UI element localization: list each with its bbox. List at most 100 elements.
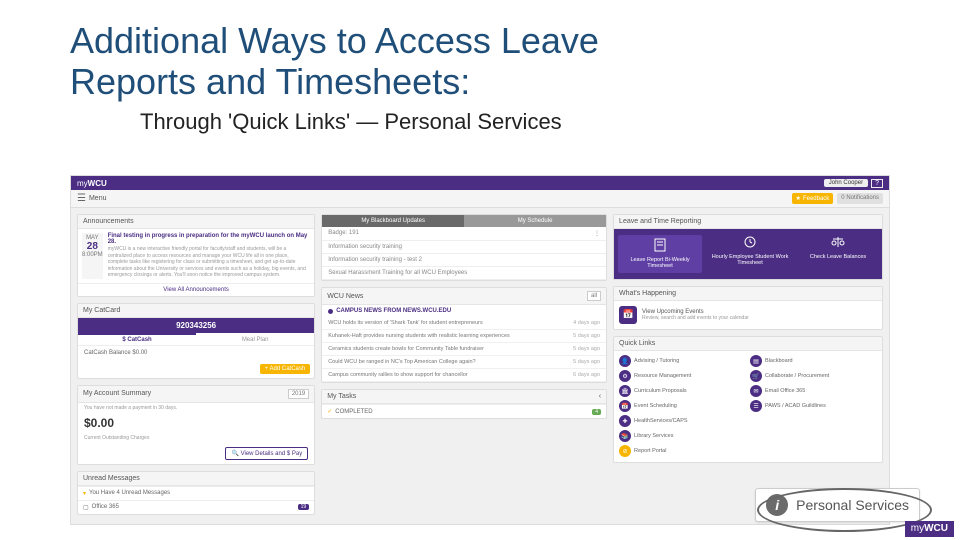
whats-happening-card: What's Happening 📅 View Upcoming Events … (613, 286, 883, 330)
ql-library[interactable]: 📚Library Services (617, 429, 748, 444)
personal-services-callout[interactable]: i Personal Services (755, 488, 920, 522)
calendar-icon: 📅 (619, 400, 631, 412)
tasks-card: My Tasks ‹ ✓COMPLETED4 (321, 389, 607, 419)
portal-screenshot: myWCU John Cooper ? ☰ Menu ★ Feedback 0 … (70, 175, 890, 525)
menu-icon[interactable]: ☰ (77, 193, 86, 204)
news-row[interactable]: Ceramics students create bowls for Commu… (322, 343, 606, 356)
footer-brand: myWCU (905, 521, 954, 537)
document-icon (652, 238, 668, 252)
ql-collaborate[interactable]: 🛒Collaborate / Procurement (748, 369, 879, 384)
ql-curriculum[interactable]: 🏛Curriculum Proposals (617, 384, 748, 399)
tasks-header: My Tasks ‹ (322, 390, 606, 404)
badge-label: Badge: 191 (328, 230, 359, 237)
bullet-icon (328, 309, 333, 314)
news-row[interactable]: Kuhanek-Haft provides nursing students w… (322, 330, 606, 343)
ql-report[interactable]: ⊘Report Portal (617, 444, 748, 459)
announcement-date: MAY 28 8:00PM (82, 233, 103, 279)
blackboard-card: My Blackboard Updates My Schedule Badge:… (321, 214, 607, 281)
ql-header: Quick Links (614, 337, 882, 351)
catcard-header: My CatCard (78, 304, 314, 318)
unread-row[interactable]: ▾You Have 4 Unread Messages (78, 486, 314, 500)
check-icon: ✓ (327, 408, 332, 415)
catcard-card: My CatCard 920343256 $ CatCash Meal Plan… (77, 303, 315, 379)
cart-icon: 🛒 (750, 370, 762, 382)
scales-icon (830, 235, 846, 249)
info-icon: i (766, 494, 788, 516)
ql-advising[interactable]: 👤Advising / Tutoring (617, 354, 748, 369)
account-balance: $0.00 (78, 413, 314, 433)
title-line1: Additional Ways to Access Leave (70, 20, 599, 61)
tile-leave-report[interactable]: Leave Report Bi-Weekly Timesheet (618, 235, 702, 273)
view-all-announcements[interactable]: View All Announcements (78, 283, 314, 296)
tab-catcash[interactable]: $ CatCash (78, 333, 196, 345)
announcements-header: Announcements (78, 215, 314, 229)
brand-logo: myWCU (77, 179, 107, 188)
news-row[interactable]: Could WCU be ranged in NC's Top American… (322, 356, 606, 369)
help-button[interactable]: ? (871, 179, 883, 188)
catcash-balance: CatCash Balance $0.00 (78, 345, 314, 360)
user-menu[interactable]: John Cooper (824, 179, 868, 187)
student-id: 920343256 (78, 318, 314, 333)
ql-email[interactable]: ✉Email Office 365 (748, 384, 879, 399)
list-icon: ☰ (750, 400, 762, 412)
announcements-card: Announcements MAY 28 8:00PM Final testin… (77, 214, 315, 297)
title-line2: Reports and Timesheets: (70, 61, 470, 102)
news-card: WCU News all CAMPUS NEWS FROM NEWS.WCU.E… (321, 287, 607, 383)
messages-header: Unread Messages (78, 472, 314, 486)
ql-events[interactable]: 📅Event Scheduling (617, 399, 748, 414)
ql-health[interactable]: ✚HealthServices/CAPS (617, 414, 748, 429)
leave-time-card: Leave and Time Reporting Leave Report Bi… (613, 214, 883, 280)
account-card: My Account Summary 2019 You have not mad… (77, 385, 315, 465)
tile-leave-balances[interactable]: Check Leave Balances (798, 235, 878, 273)
slide-subtitle: Through 'Quick Links' — Personal Service… (140, 109, 890, 135)
tab-bb-updates[interactable]: My Blackboard Updates (322, 215, 464, 227)
bb-row[interactable]: Sexual Harassment Training for all WCU E… (322, 267, 606, 280)
account-header: My Account Summary 2019 (78, 386, 314, 403)
topbar: myWCU John Cooper ? (71, 176, 889, 190)
tab-mealplan[interactable]: Meal Plan (196, 333, 314, 345)
view-pay-button[interactable]: 🔍 View Details and $ Pay (225, 447, 308, 460)
person-icon: 👤 (619, 355, 631, 367)
notifications-button[interactable]: 0 Notifications (837, 193, 883, 204)
dots-icon[interactable]: ⋮ (594, 230, 600, 237)
bb-row[interactable]: Information security training (322, 241, 606, 254)
book-icon: 📚 (619, 430, 631, 442)
news-row[interactable]: Campus community rallies to show support… (322, 369, 606, 382)
ltr-header: Leave and Time Reporting (614, 215, 882, 229)
tasks-pager[interactable]: ‹ (599, 393, 601, 400)
ql-spacer (748, 414, 879, 429)
ql-paws[interactable]: ☰PAWS / ACAD Guildlines (748, 399, 879, 414)
office-icon: ▢ (83, 504, 89, 511)
ql-blackboard[interactable]: ▤Blackboard (748, 354, 879, 369)
office365-row[interactable]: ▢Office 36519 (78, 500, 314, 514)
tile-hourly-timesheet[interactable]: Hourly Employee Student Work Timesheet (710, 235, 790, 273)
board-icon: ▤ (750, 355, 762, 367)
feedback-button[interactable]: ★ Feedback (792, 193, 834, 204)
health-icon: ✚ (619, 415, 631, 427)
calendar-icon: 📅 (619, 306, 637, 324)
announcement-body: myWCU is a new interactive friendly port… (108, 246, 311, 279)
building-icon: 🏛 (619, 385, 631, 397)
wh-header: What's Happening (614, 287, 882, 301)
account-note: You have not made a payment in 30 days. (78, 403, 314, 413)
subbar: ☰ Menu ★ Feedback 0 Notifications (71, 190, 889, 208)
quick-links-card: Quick Links 👤Advising / Tutoring ▤Blackb… (613, 336, 883, 463)
account-charges: Current Outstanding Charges (78, 433, 314, 443)
report-icon: ⊘ (619, 445, 631, 457)
sliders-icon: ⚙ (619, 370, 631, 382)
tab-my-schedule[interactable]: My Schedule (464, 215, 606, 227)
wh-sub: Review, search and add events to your ca… (642, 315, 749, 321)
task-row[interactable]: ✓COMPLETED4 (322, 404, 606, 418)
news-row[interactable]: WCU holds its version of 'Shark Tank' fo… (322, 317, 606, 330)
year-select[interactable]: 2019 (288, 389, 309, 399)
bb-row[interactable]: Information security training - test 2 (322, 254, 606, 267)
add-catcash-button[interactable]: + Add CatCash (260, 364, 311, 374)
chevron-down-icon: ▾ (83, 490, 86, 497)
news-header: WCU News all (322, 288, 606, 305)
clock-icon (742, 235, 758, 249)
ql-resource[interactable]: ⚙Collaborate / ProcurementResource Manag… (617, 369, 748, 384)
announcement-title: Final testing in progress in preparation… (108, 233, 311, 245)
messages-card: Unread Messages ▾You Have 4 Unread Messa… (77, 471, 315, 515)
news-filter[interactable]: all (587, 291, 601, 301)
menu-label[interactable]: Menu (89, 195, 107, 202)
